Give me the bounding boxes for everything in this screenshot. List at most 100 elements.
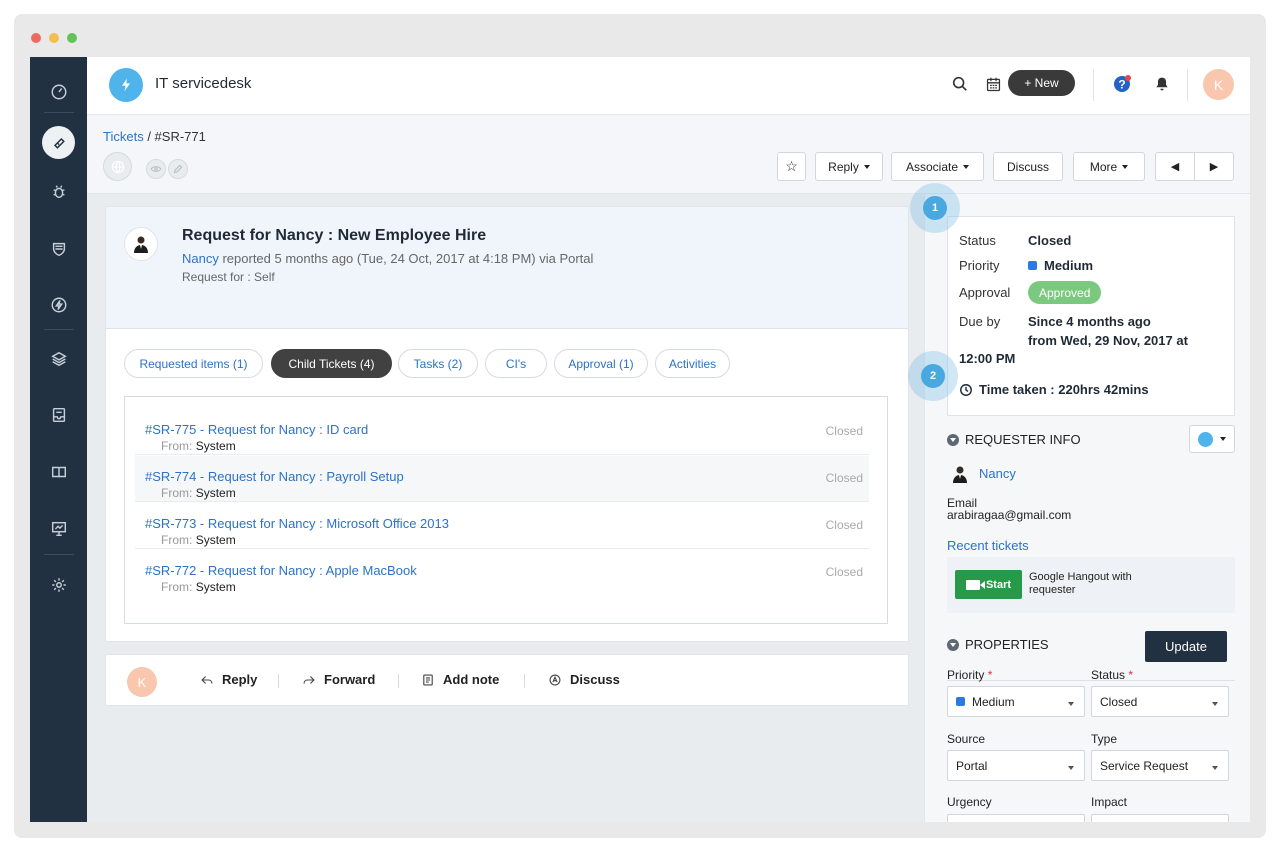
child-ticket-link[interactable]: #SR-773 - Request for Nancy : Microsoft … xyxy=(145,516,449,531)
reply-dropdown-button[interactable]: Reply xyxy=(815,152,883,181)
assets-layers-icon[interactable] xyxy=(30,339,87,379)
more-dropdown-button[interactable]: More xyxy=(1073,152,1145,181)
minimize-window-dot[interactable] xyxy=(49,33,59,43)
add-note-action[interactable]: Add note xyxy=(421,672,499,687)
from-label: From: xyxy=(161,580,193,594)
priority-select[interactable]: Medium xyxy=(947,686,1085,717)
freshservice-app-icon xyxy=(1198,431,1213,447)
releases-bolt-icon[interactable] xyxy=(30,285,87,325)
header-divider xyxy=(1093,69,1094,101)
close-window-dot[interactable] xyxy=(31,33,41,43)
priority-label: Priority xyxy=(959,258,1000,273)
source-select[interactable]: Portal xyxy=(947,750,1085,781)
properties-header[interactable]: PROPERTIES xyxy=(947,637,1049,652)
tab-requested-items[interactable]: Requested items (1) xyxy=(124,349,263,378)
solutions-book-icon[interactable] xyxy=(30,452,87,492)
app-root: IT servicedesk + New ? K Tickets / #SR-7… xyxy=(30,57,1250,822)
note-icon xyxy=(423,674,433,685)
child-ticket-row[interactable]: #SR-775 - Request for Nancy : ID card Fr… xyxy=(135,409,869,455)
priority-value-text: Medium xyxy=(1044,258,1094,273)
tab-child-tickets[interactable]: Child Tickets (4) xyxy=(271,349,392,378)
tab-cis[interactable]: CI's xyxy=(485,349,547,378)
urgency-select[interactable] xyxy=(947,814,1085,822)
chevron-down-icon xyxy=(963,165,970,169)
freshservice-logo[interactable] xyxy=(109,68,143,102)
callout-marker-2: 2 xyxy=(908,351,958,401)
tab-tasks[interactable]: Tasks (2) xyxy=(398,349,478,378)
priority-field-label: Priority * xyxy=(947,668,992,682)
chevron-down-icon xyxy=(1068,702,1074,706)
new-button[interactable]: + New xyxy=(1008,70,1075,96)
problems-bug-icon[interactable] xyxy=(30,172,87,212)
recent-tickets-link[interactable]: Recent tickets xyxy=(947,538,1029,553)
left-sidebar xyxy=(30,57,87,822)
window-titlebar xyxy=(14,14,1266,57)
due-by-date: from Wed, 29 Nov, 2017 at xyxy=(1028,333,1188,348)
type-select[interactable]: Service Request xyxy=(1091,750,1229,781)
search-icon[interactable] xyxy=(947,71,973,97)
maximize-window-dot[interactable] xyxy=(67,33,77,43)
clock-icon xyxy=(960,383,972,396)
type-select-value: Service Request xyxy=(1100,758,1189,773)
changes-shield-icon[interactable] xyxy=(30,229,87,269)
tab-approval[interactable]: Approval (1) xyxy=(554,349,648,378)
requester-info-header[interactable]: REQUESTER INFO xyxy=(947,432,1081,447)
from-value: System xyxy=(195,580,236,594)
hangout-description: Google Hangout with requester xyxy=(1029,571,1132,596)
settings-gear-icon[interactable] xyxy=(30,565,87,605)
tickets-icon[interactable] xyxy=(42,126,75,159)
contracts-inbox-icon[interactable] xyxy=(30,395,87,435)
ticket-header: Request for Nancy : New Employee Hire Na… xyxy=(106,207,908,329)
dashboard-icon[interactable] xyxy=(30,72,87,112)
update-button[interactable]: Update xyxy=(1145,631,1227,662)
breadcrumb-tickets-link[interactable]: Tickets xyxy=(103,129,144,144)
start-hangout-label: Start xyxy=(985,578,1012,591)
requester-avatar[interactable] xyxy=(124,227,158,261)
discuss-button[interactable]: Discuss xyxy=(993,152,1063,181)
discuss-icon xyxy=(549,674,561,685)
forward-action[interactable]: Forward xyxy=(302,672,375,687)
child-ticket-link[interactable]: #SR-774 - Request for Nancy : Payroll Se… xyxy=(145,469,404,484)
user-avatar[interactable]: K xyxy=(1203,69,1234,100)
from-value: System xyxy=(195,533,236,547)
child-ticket-status: Closed xyxy=(825,424,863,438)
discuss-action[interactable]: Discuss xyxy=(548,672,620,687)
collapse-icon xyxy=(947,638,959,651)
child-ticket-row[interactable]: #SR-772 - Request for Nancy : Apple MacB… xyxy=(135,550,869,596)
child-ticket-row[interactable]: #SR-773 - Request for Nancy : Microsoft … xyxy=(135,503,869,549)
from-label: From: xyxy=(161,533,193,547)
previous-ticket-button[interactable]: ◀ xyxy=(1155,152,1195,181)
associate-dropdown-label: Associate xyxy=(905,159,959,174)
impact-field-label: Impact xyxy=(1091,795,1128,809)
reports-presentation-icon[interactable] xyxy=(30,509,87,549)
child-ticket-link[interactable]: #SR-772 - Request for Nancy : Apple MacB… xyxy=(145,563,417,578)
start-hangout-button[interactable]: Start xyxy=(955,570,1022,599)
next-ticket-button[interactable]: ▶ xyxy=(1194,152,1234,181)
child-ticket-status: Closed xyxy=(825,518,863,532)
tab-activities[interactable]: Activities xyxy=(655,349,730,378)
child-ticket-link[interactable]: #SR-775 - Request for Nancy : ID card xyxy=(145,422,368,437)
status-field-label: Status * xyxy=(1091,668,1133,682)
action-divider xyxy=(278,674,279,688)
impact-select[interactable] xyxy=(1091,814,1229,822)
requester-link[interactable]: Nancy xyxy=(182,251,219,266)
ticket-status-card: Status Closed Priority Medium Approval A… xyxy=(947,216,1235,416)
edit-pencil-icon[interactable] xyxy=(168,159,188,179)
notifications-bell-icon[interactable] xyxy=(1149,71,1175,97)
star-button[interactable]: ☆ xyxy=(777,152,806,181)
status-select-value: Closed xyxy=(1100,694,1138,709)
watch-eye-icon[interactable] xyxy=(146,159,166,179)
action-divider xyxy=(398,674,399,688)
help-icon[interactable]: ? xyxy=(1109,71,1135,97)
child-ticket-row[interactable]: #SR-774 - Request for Nancy : Payroll Se… xyxy=(135,456,869,502)
globe-icon[interactable] xyxy=(103,152,132,181)
from-label: From: xyxy=(161,439,193,453)
priority-value: Medium xyxy=(1028,258,1093,273)
reply-action[interactable]: Reply xyxy=(200,672,257,687)
associate-dropdown-button[interactable]: Associate xyxy=(891,152,984,181)
chevron-down-icon xyxy=(1212,766,1218,770)
calendar-icon[interactable] xyxy=(980,71,1006,97)
requester-apps-button[interactable] xyxy=(1189,425,1235,453)
status-select[interactable]: Closed xyxy=(1091,686,1229,717)
requester-name-link[interactable]: Nancy xyxy=(979,466,1016,481)
